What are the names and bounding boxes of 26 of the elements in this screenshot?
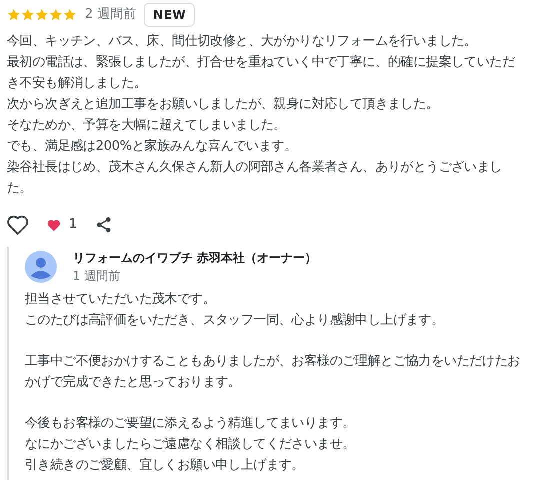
- heart-icon: [47, 218, 61, 232]
- review-text: 染谷社長はじめ、茂木さん久保さん新人の阿部さん各業者さん、ありがとうございました。: [7, 159, 504, 198]
- star-icon: [7, 8, 21, 22]
- star-icon: [49, 8, 63, 22]
- star-icon: [35, 8, 49, 22]
- reply-text: なにかございましたらご遠慮なく相談してくださいませ。: [25, 436, 356, 454]
- review-text: 最初の電話は、緊張しましたが、打合せを重ねていく中で丁寧に、的確に提案していただき不安も解消しました。: [7, 54, 516, 93]
- reply-text: 引き続きのご愛顧、宜しくお願い申し上げます。: [25, 457, 306, 475]
- reply-text: 担当させていただいた茂木です。: [25, 291, 217, 309]
- like-button[interactable]: [7, 215, 29, 235]
- review-text: 次から次ぎえと追加工事をお願いしましたが、親身に対応して頂きました。: [7, 96, 440, 114]
- reply-text: このたびは高評価をいただき、スタッフ一同、心より感謝申し上げます。: [25, 312, 446, 330]
- star-icon: [63, 8, 77, 22]
- new-label: NEW: [144, 3, 196, 27]
- review-time: 2 週間前: [85, 6, 136, 24]
- star-icon: [21, 8, 35, 22]
- share-icon[interactable]: [95, 216, 114, 234]
- reaction-count: 1: [69, 216, 78, 234]
- review-text: 今回、キッチン、バス、床、間仕切改修と、大がかりなリフォームを行いました。: [7, 33, 478, 51]
- reply-text: 工事中ご不便おかけすることもありましたが、お客様のご理解とご協力をいただけたおかげで完成できたと思っております。: [25, 353, 522, 392]
- reply-text: 今後もお客様のご要望に添えるよう精進してまいります。: [25, 415, 356, 433]
- review-text: でも、満足感は200%と家族みんな喜んでいます。: [7, 138, 298, 156]
- review-text: そなためか、予算を大幅に超えてしまいました。: [7, 117, 288, 135]
- owner-name: リフォームのイワブチ 赤羽本社（オーナー）: [73, 250, 318, 267]
- reply-time: 1 週間前: [73, 268, 122, 285]
- avatar-icon: [25, 251, 57, 283]
